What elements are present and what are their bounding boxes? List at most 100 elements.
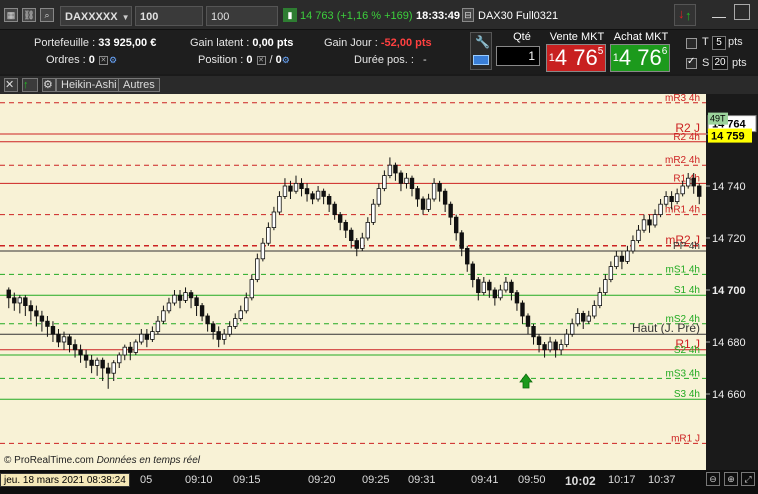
instrument-selector[interactable]: DAXXXXX ▼ xyxy=(60,6,132,26)
unrealized-gain-value: 0,00 pts xyxy=(252,37,294,49)
level-label: mS3 4h xyxy=(666,368,700,379)
link-icon[interactable]: ⛓ xyxy=(22,8,36,22)
candle-body xyxy=(674,193,680,203)
candle-body xyxy=(28,305,34,312)
last-price-change: 14 763 (+1,16 % +169) xyxy=(300,10,413,22)
x-tick-label: 09:20 xyxy=(308,474,336,486)
stop-settings: T 5 pts S 20 pts xyxy=(670,30,758,74)
candle-body xyxy=(34,310,39,317)
candle-body xyxy=(575,312,580,325)
stop-checkbox[interactable] xyxy=(686,56,697,69)
candle-body xyxy=(326,196,332,205)
wrench-icon[interactable]: 🔧 xyxy=(475,35,490,49)
portfolio-value: 33 925,00 € xyxy=(98,37,157,49)
clock-time: 18:33:49 xyxy=(416,10,461,22)
candle-body xyxy=(492,289,498,299)
candle-body xyxy=(199,305,205,317)
chart-arrow-icon[interactable]: ↑ xyxy=(22,78,38,92)
keyboard-icon[interactable] xyxy=(473,55,489,65)
reverse-position-button[interactable]: ↓ ↑ xyxy=(674,4,696,26)
quantity-input[interactable] xyxy=(496,46,540,66)
candle-body xyxy=(310,193,315,200)
candle-body xyxy=(249,279,255,299)
x-tick-label: 09:15 xyxy=(233,474,261,486)
candle-body xyxy=(476,279,481,294)
candle-body xyxy=(56,333,61,343)
candle-body xyxy=(619,255,625,262)
candle-body xyxy=(45,320,50,327)
candle-body xyxy=(155,320,161,332)
chart-settings-icon[interactable]: ⚙ xyxy=(42,78,56,92)
candle-body xyxy=(641,219,647,231)
position-value: 0 xyxy=(246,54,253,66)
candle-body xyxy=(282,185,288,197)
buy-market-button[interactable]: 14 766 xyxy=(610,44,670,72)
minimize-icon[interactable]: — xyxy=(712,6,726,26)
settings-icon[interactable]: ⚙ xyxy=(282,55,290,66)
instrument-name: DAXXXXX xyxy=(65,11,118,23)
x-tick-label: 09:31 xyxy=(408,474,436,486)
candle-body xyxy=(343,221,348,231)
candle-body xyxy=(525,315,531,327)
settings-icon[interactable]: ⚙ xyxy=(109,55,117,66)
level-label: mR2 4h xyxy=(665,155,700,166)
position-row: Position : 0 ✕ / 0⚙ xyxy=(198,54,290,66)
x-tick-label: 09:50 xyxy=(518,474,546,486)
candle-body xyxy=(105,367,111,374)
zoom-in-icon[interactable]: ⊕ xyxy=(724,472,738,486)
candle-body xyxy=(100,359,105,369)
other-button[interactable]: Autres xyxy=(118,78,160,92)
candle-body xyxy=(647,219,652,226)
candle-body xyxy=(509,281,514,293)
close-position-icon[interactable]: ✕ xyxy=(256,55,266,65)
secondary-price-label: 14 759 xyxy=(711,131,745,143)
level-label: Haut (J. Pré) xyxy=(632,321,700,335)
y-tick-label: 14 720 xyxy=(712,233,746,245)
chart-close-icon[interactable]: ✕ xyxy=(4,78,18,92)
candle-body xyxy=(658,203,663,215)
candle-body xyxy=(597,292,603,307)
candle-body xyxy=(50,325,56,335)
price-chart[interactable]: R3 4hmR3 4hR2 JR2 4hmR2 4hR1 4hmR1 4hmR2… xyxy=(0,76,758,470)
candle-body xyxy=(531,325,536,338)
candle-body xyxy=(122,346,127,356)
maximize-icon[interactable] xyxy=(734,4,750,20)
chart-canvas[interactable]: R3 4hmR3 4hR2 JR2 4hmR2 4hR1 4hmR1 4hmR2… xyxy=(0,76,758,470)
cancel-orders-icon[interactable]: ✕ xyxy=(98,55,108,65)
ticks-tag-label: 49T xyxy=(710,114,726,124)
trailing-value[interactable]: 5 xyxy=(712,36,726,50)
candle-body xyxy=(238,310,243,320)
candle-body xyxy=(547,341,553,351)
level-label: PP 4h xyxy=(673,241,700,252)
candle-body xyxy=(299,183,304,190)
candle-body xyxy=(244,297,249,312)
candle-body xyxy=(139,333,144,343)
heikin-ashi-button[interactable]: Heikin-Ashi xyxy=(56,78,122,92)
price-chart-icon[interactable]: ▮ xyxy=(283,8,297,22)
units-selector[interactable]: 100 unités▼ xyxy=(206,6,278,43)
candle-body xyxy=(387,164,393,176)
candle-body xyxy=(260,242,266,260)
candle-body xyxy=(558,344,564,351)
stop-value[interactable]: 20 xyxy=(712,56,728,70)
window-icon[interactable]: ▦ xyxy=(4,8,18,22)
ticks-selector[interactable]: 100 ticks▼ xyxy=(135,6,203,43)
orders-value: 0 xyxy=(88,54,95,66)
arrow-down-icon: ↓ xyxy=(678,6,685,21)
search-icon[interactable]: ⌕ xyxy=(40,8,54,22)
candle-body xyxy=(177,294,183,301)
candle-body xyxy=(481,281,487,293)
sell-market-button[interactable]: 14 765 xyxy=(546,44,606,72)
candle-body xyxy=(393,164,398,174)
zoom-out-icon[interactable]: ⊖ xyxy=(706,472,720,486)
candle-body xyxy=(321,190,326,197)
order-panel: 🔧 Qté Vente MKT 14 765 Achat MKT 14 766 xyxy=(470,30,670,74)
candle-body xyxy=(630,240,636,252)
x-axis: jeu. 18 mars 2021 08:38:24 05 09:10 09:15 0… xyxy=(0,470,758,494)
fit-icon[interactable]: ⤢ xyxy=(741,472,755,486)
trailing-checkbox[interactable] xyxy=(686,38,697,49)
x-tick-label: 10:37 xyxy=(648,474,676,486)
candle-body xyxy=(376,188,382,205)
candle-body xyxy=(669,196,674,203)
candle-body xyxy=(194,297,199,307)
